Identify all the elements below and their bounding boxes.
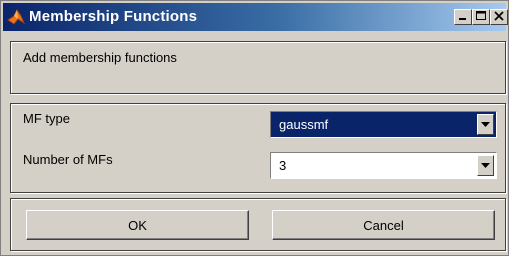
info-message: Add membership functions bbox=[23, 50, 177, 65]
mf-type-label: MF type bbox=[23, 111, 70, 126]
window-title: Membership Functions bbox=[29, 8, 198, 25]
num-mfs-value: 3 bbox=[279, 158, 287, 173]
cancel-button[interactable]: Cancel bbox=[272, 210, 495, 240]
minimize-button[interactable] bbox=[454, 9, 472, 25]
info-panel bbox=[10, 41, 506, 94]
chevron-down-icon[interactable] bbox=[477, 114, 494, 135]
num-mfs-label: Number of MFs bbox=[23, 152, 113, 167]
minimize-icon bbox=[458, 8, 468, 26]
dialog-window: Membership Functions Add membership func… bbox=[0, 0, 509, 256]
maximize-icon bbox=[476, 8, 486, 26]
title-bar[interactable]: Membership Functions bbox=[3, 3, 508, 31]
chevron-down-icon[interactable] bbox=[477, 155, 494, 176]
maximize-button[interactable] bbox=[472, 9, 490, 25]
mf-type-select[interactable]: gaussmf bbox=[270, 111, 497, 138]
close-button[interactable] bbox=[490, 9, 508, 25]
num-mfs-select[interactable]: 3 bbox=[270, 152, 497, 179]
ok-button[interactable]: OK bbox=[26, 210, 249, 240]
close-icon bbox=[494, 8, 504, 26]
mf-type-value: gaussmf bbox=[279, 117, 329, 132]
matlab-logo-icon bbox=[6, 7, 26, 27]
